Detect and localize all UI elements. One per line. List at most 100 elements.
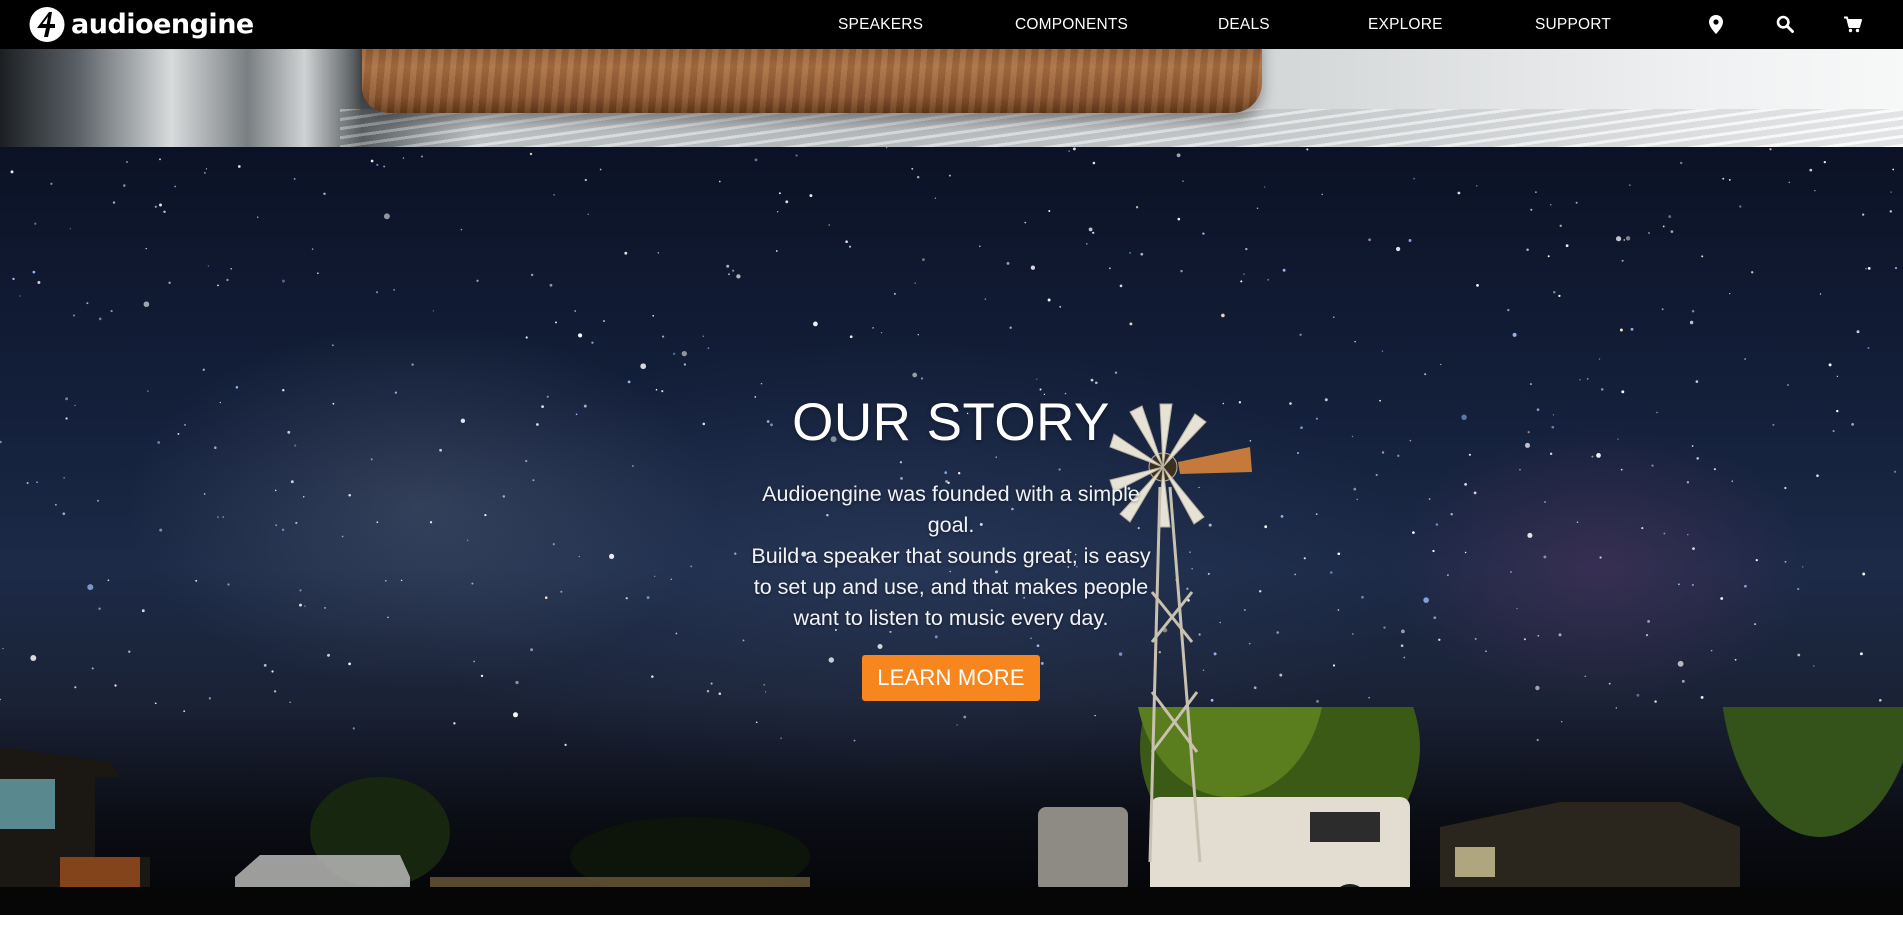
star <box>1769 148 1772 151</box>
star <box>65 417 68 420</box>
star <box>1836 409 1839 413</box>
nav-item-speakers[interactable]: SPEAKERS <box>838 0 923 49</box>
star <box>96 499 100 502</box>
star <box>893 292 896 295</box>
nav-item-components[interactable]: COMPONENTS <box>1015 0 1128 49</box>
star <box>706 690 710 693</box>
star <box>323 192 326 195</box>
star <box>1689 320 1694 325</box>
star <box>1202 232 1205 235</box>
star <box>848 245 852 248</box>
star <box>1813 665 1815 667</box>
star <box>1450 512 1453 516</box>
star <box>1332 664 1336 667</box>
star <box>370 458 373 461</box>
star <box>1464 551 1467 554</box>
star <box>555 321 557 324</box>
learn-more-button[interactable]: LEARN MORE <box>862 655 1040 701</box>
star <box>1048 210 1051 212</box>
star <box>683 363 687 366</box>
star <box>718 180 721 183</box>
star <box>471 582 474 585</box>
star <box>1381 350 1384 352</box>
star <box>872 327 874 329</box>
star <box>476 279 479 282</box>
star <box>1579 378 1581 381</box>
star <box>1395 246 1401 252</box>
star <box>1397 454 1400 458</box>
our-story-heading: OUR STORY <box>792 393 1110 452</box>
star <box>143 301 150 308</box>
star <box>289 701 291 704</box>
nav-item-support[interactable]: SUPPORT <box>1535 0 1611 49</box>
star <box>91 667 94 670</box>
star <box>1677 583 1680 586</box>
star <box>646 596 650 600</box>
star <box>294 444 297 447</box>
star <box>421 155 423 158</box>
star <box>1600 388 1604 391</box>
description-line: Audioengine was founded with a simple <box>762 482 1140 506</box>
star <box>1814 189 1816 192</box>
star <box>1668 215 1672 219</box>
star <box>1662 225 1665 228</box>
star <box>1621 259 1624 262</box>
star <box>625 597 628 600</box>
star <box>1435 523 1439 526</box>
star <box>480 674 484 678</box>
star <box>86 302 89 305</box>
star <box>87 584 94 591</box>
star <box>1549 452 1553 456</box>
nav-item-deals[interactable]: DEALS <box>1218 0 1270 49</box>
star <box>552 542 555 546</box>
star <box>732 269 735 272</box>
star <box>1823 160 1826 164</box>
star <box>1354 340 1356 343</box>
star <box>777 211 779 213</box>
night-landscape-silhouette <box>0 707 1903 915</box>
star <box>195 579 198 582</box>
location-pin-icon[interactable] <box>1705 13 1727 35</box>
star <box>1851 423 1854 426</box>
star <box>1744 358 1746 360</box>
star <box>1720 597 1724 600</box>
star <box>235 386 239 389</box>
star <box>742 639 745 642</box>
star <box>1176 153 1181 158</box>
star <box>467 539 469 541</box>
star <box>1661 308 1664 311</box>
star <box>1691 583 1694 587</box>
star <box>205 168 208 170</box>
description-line: goal. <box>927 513 975 537</box>
star <box>141 609 145 613</box>
star <box>536 423 539 426</box>
star <box>1619 328 1623 332</box>
cart-icon[interactable] <box>1842 13 1864 35</box>
star <box>50 182 53 185</box>
star <box>654 575 656 578</box>
star <box>1630 327 1634 331</box>
star <box>348 493 351 497</box>
star <box>1647 619 1651 623</box>
star <box>384 579 387 582</box>
star <box>1755 558 1758 562</box>
star <box>1461 414 1467 421</box>
star <box>1809 168 1813 172</box>
search-icon[interactable] <box>1774 13 1796 35</box>
star <box>1620 468 1623 471</box>
star <box>710 682 713 685</box>
star <box>202 368 205 371</box>
star <box>0 440 2 444</box>
star <box>1784 486 1787 490</box>
star <box>159 203 162 207</box>
star <box>672 352 676 355</box>
location-pin-glyph <box>1709 14 1723 34</box>
star <box>1687 534 1689 536</box>
star <box>1575 201 1578 204</box>
nav-item-explore[interactable]: EXPLORE <box>1368 0 1443 49</box>
star <box>168 281 171 284</box>
star <box>1621 390 1625 394</box>
star <box>1599 556 1602 559</box>
star <box>219 401 221 404</box>
audioengine-logo[interactable]: audioengine <box>28 6 254 43</box>
